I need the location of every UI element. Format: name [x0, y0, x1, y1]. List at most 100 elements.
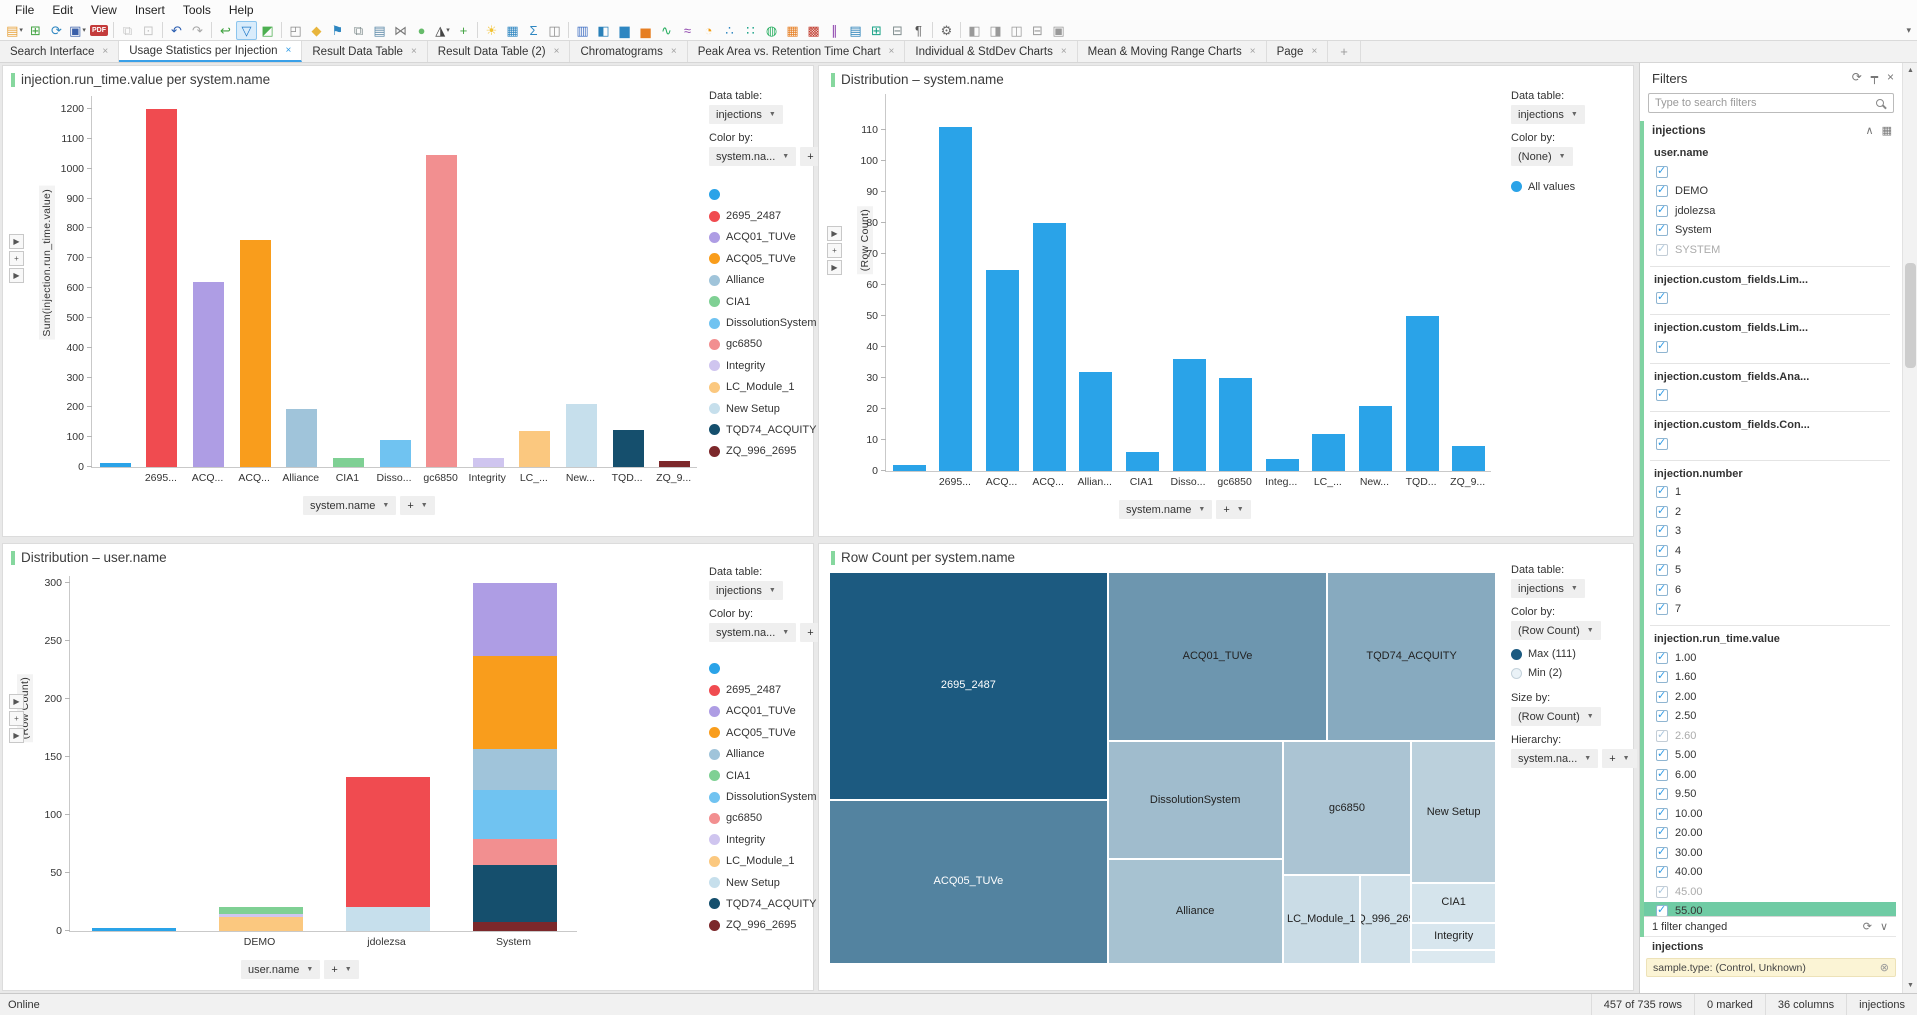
remove-filter-icon[interactable]: ⊗ [1880, 961, 1889, 974]
treemap-cell-Alliance[interactable]: Alliance [1107, 859, 1283, 964]
scroll-down-icon[interactable]: ▼ [1903, 978, 1917, 993]
tab-close-icon[interactable]: × [1061, 46, 1067, 57]
legend-item-ACQ05_TUVe[interactable]: ACQ05_TUVe [709, 722, 816, 743]
tab-close-icon[interactable]: × [889, 46, 895, 57]
bar-ZQ_996_2695[interactable] [659, 461, 691, 467]
undo-button[interactable]: ↶ [166, 21, 187, 40]
x-axis-dropdown[interactable]: system.name ▼ [303, 496, 397, 515]
treemap-cell-CIA1[interactable]: CIA1 [1411, 882, 1496, 924]
legend-item-DissolutionSystem[interactable]: DissolutionSystem [709, 786, 816, 807]
segment-DissolutionSystem[interactable] [472, 789, 557, 840]
filter-title-injection-custom-fields-Lim-[interactable]: injection.custom_fields.Lim... [1644, 274, 1896, 289]
checkbox-icon[interactable] [1656, 650, 1668, 664]
web-page-panel-button[interactable]: ▤ [369, 21, 390, 40]
heat-map-button[interactable]: ▩ [803, 21, 824, 40]
legend-item-DissolutionSystem[interactable]: DissolutionSystem [709, 312, 816, 333]
tab-search-interface[interactable]: Search Interface × [0, 41, 120, 62]
axis-add-icon[interactable]: + [9, 251, 24, 266]
x-axis-tick-label[interactable]: TQD... [1398, 476, 1445, 488]
open-button[interactable]: ▤ ▾ [4, 21, 25, 40]
add-data-tables-button[interactable]: ⊞ [25, 21, 46, 40]
treemap-cell-ACQ05_TUVe[interactable]: ACQ05_TUVe [829, 799, 1108, 964]
toolbar-overflow-icon[interactable]: ▾ [1906, 25, 1911, 36]
filter-checkbox-item[interactable]: 6.00 [1644, 765, 1896, 785]
layout-split-button[interactable]: ◫ [1006, 21, 1027, 40]
checkbox-icon[interactable] [1656, 806, 1668, 820]
filter-checkbox-item[interactable]: 1.60 [1644, 668, 1896, 688]
segment-New Setup[interactable] [345, 906, 430, 931]
treemap-cell-gc6850[interactable]: gc6850 [1282, 741, 1412, 876]
export-pdf-button[interactable]: PDF [88, 21, 110, 40]
legend-item-LC_Module_1[interactable]: LC_Module_1 [709, 851, 816, 872]
reload-data-button[interactable]: ⟳ [46, 21, 67, 40]
legend-item-2695_2487[interactable]: 2695_2487 [709, 679, 816, 700]
checkbox-icon[interactable] [1656, 562, 1668, 577]
treemap-cell-DissolutionSystem[interactable]: DissolutionSystem [1107, 741, 1283, 860]
legend-item-ZQ_996_2695[interactable]: ZQ_996_2695 [709, 915, 816, 936]
tab-close-icon[interactable]: × [671, 46, 677, 57]
legend-item-ZQ_996_2695[interactable]: ZQ_996_2695 [709, 441, 816, 462]
chevron-down-icon[interactable]: ∨ [1880, 920, 1888, 933]
x-axis-tick-label[interactable]: ACQ... [231, 472, 278, 484]
filter-checkbox-item[interactable]: 30.00 [1644, 843, 1896, 863]
checkbox-icon[interactable] [1656, 436, 1668, 450]
scrollbar-thumb[interactable] [1905, 263, 1916, 368]
filter-checkbox-item[interactable]: 2 [1644, 502, 1896, 522]
x-axis-add-dropdown[interactable]: + ▼ [400, 496, 435, 515]
tab-chromatograms[interactable]: Chromatograms × [570, 41, 688, 62]
x-axis-tick-label[interactable]: ACQ... [1025, 476, 1072, 488]
treemap-cell-TQD74_ACQUITY[interactable]: TQD74_ACQUITY [1327, 572, 1496, 742]
checkbox-icon[interactable] [1656, 786, 1668, 801]
bar-empty[interactable] [99, 462, 131, 467]
treemap-button[interactable]: ▦ [782, 21, 803, 40]
legend-item-ACQ05_TUVe[interactable]: ACQ05_TUVe [709, 248, 816, 269]
legend-min[interactable]: Min (2) [1511, 667, 1562, 679]
x-axis-tick-label[interactable]: ACQ... [184, 472, 231, 484]
filter-checkbox-item[interactable]: 2.50 [1644, 707, 1896, 727]
x-axis-add-dropdown[interactable]: + ▼ [1216, 500, 1251, 519]
filters-reset-icon[interactable]: ⟳ [1852, 70, 1862, 84]
filter-checkbox-item[interactable] [1644, 337, 1896, 357]
checkbox-icon[interactable] [1656, 484, 1668, 499]
checkbox-icon[interactable] [1656, 339, 1668, 353]
filter-group-title[interactable]: injections [1652, 125, 1706, 137]
scroll-up-icon[interactable]: ▲ [1903, 63, 1917, 78]
bar-CIA1[interactable] [332, 458, 364, 467]
x-axis-tick-label[interactable]: LC_... [1305, 476, 1352, 488]
legend-item-gc6850[interactable]: gc6850 [709, 808, 816, 829]
axis-expand-icon[interactable]: ▶ [9, 234, 24, 249]
data-table-visualization-button[interactable]: ▦ [502, 21, 523, 40]
segment-2695_2487[interactable] [345, 776, 430, 907]
checkbox-icon[interactable] [1656, 387, 1668, 402]
bar-empty[interactable] [892, 464, 926, 471]
menu-edit[interactable]: Edit [43, 1, 82, 19]
layout-side-by-side-button[interactable]: ◧ [964, 21, 985, 40]
tab-close-icon[interactable]: × [411, 46, 417, 57]
filter-checkbox-item[interactable]: 4 [1644, 541, 1896, 561]
x-axis-tick-label[interactable]: New... [1351, 476, 1398, 488]
legend-item-Alliance[interactable]: Alliance [709, 744, 816, 765]
treemap-cell-New Setup[interactable]: New Setup [1411, 741, 1496, 883]
menu-help[interactable]: Help [220, 1, 263, 19]
checkbox-icon[interactable] [1656, 222, 1668, 237]
legend-item-ACQ01_TUVe[interactable]: ACQ01_TUVe [709, 701, 816, 722]
legend-item-LC_Module_1[interactable]: LC_Module_1 [709, 377, 816, 398]
checkbox-icon[interactable] [1656, 582, 1668, 596]
x-axis-tick-label[interactable]: Disso... [371, 472, 418, 484]
data-table-dropdown[interactable]: injections ▼ [1511, 579, 1585, 598]
tab-close-icon[interactable]: × [554, 46, 560, 57]
pie-chart-button[interactable]: ◔ [698, 21, 719, 40]
add-page-button[interactable]: + [453, 21, 474, 40]
filter-title-injection-custom-fields-Ana-[interactable]: injection.custom_fields.Ana... [1644, 371, 1896, 386]
bar-ACQ05_TUVe[interactable] [1032, 223, 1066, 471]
legend-item-gc6850[interactable]: gc6850 [709, 334, 816, 355]
x-axis-tick-label[interactable]: 2695... [932, 476, 979, 488]
new-page-tab[interactable]: + [1328, 41, 1361, 62]
checkbox-icon[interactable] [1656, 708, 1668, 723]
treemap-cell-2695_2487[interactable]: 2695_2487 [829, 572, 1108, 800]
segment-TQD74_ACQUITY[interactable] [472, 864, 557, 922]
segment-ACQ05_TUVe[interactable] [472, 656, 557, 749]
duplicate-visualization-button[interactable]: ⧉ [348, 21, 369, 40]
hierarchy-add-dropdown[interactable]: + ▼ [1602, 749, 1637, 768]
tab-result-data-table-2-[interactable]: Result Data Table (2) × [428, 41, 571, 62]
